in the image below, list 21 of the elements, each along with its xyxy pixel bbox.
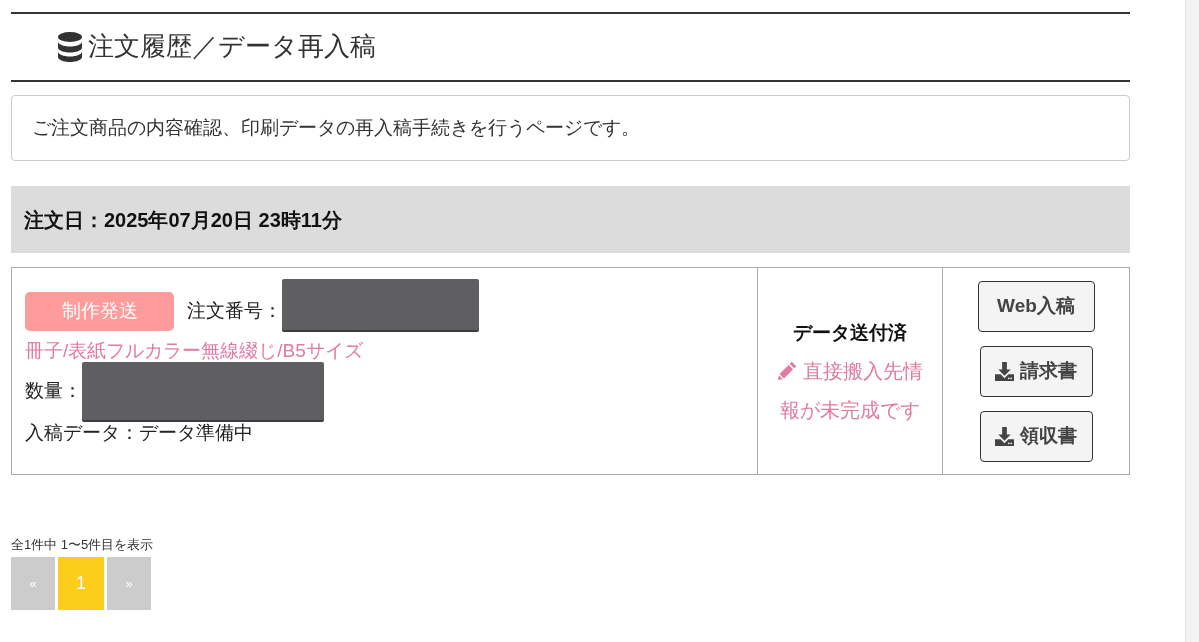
data-status: 入稿データ：データ準備中 xyxy=(25,420,253,445)
database-icon xyxy=(58,32,82,62)
page-button[interactable]: 1 xyxy=(58,557,104,610)
download-button[interactable]: 領収書 xyxy=(979,410,1093,462)
download-icon xyxy=(995,426,1014,446)
pencil-icon xyxy=(777,360,797,380)
field-label: 注文番号： xyxy=(187,298,282,323)
send-status: データ送付済 xyxy=(793,320,907,345)
download-icon xyxy=(995,361,1014,381)
upload-button[interactable]: Web入稿 xyxy=(977,280,1095,332)
description-text: ご注文商品の内容確認、印刷データの再入稿手続きを行うページです。 xyxy=(32,115,640,140)
download-button[interactable]: 請求書 xyxy=(979,345,1093,397)
notice-link[interactable]: 直接搬入先情報が未完成です xyxy=(773,351,927,430)
result-summary: 全1件中 1〜5件目を表示 xyxy=(11,537,155,553)
field-label: 数量： xyxy=(25,378,82,403)
page-button[interactable]: « xyxy=(11,557,55,610)
page-title: 注文履歴／データ再入稿 xyxy=(88,31,376,63)
page-button[interactable]: » xyxy=(107,557,151,610)
status-badge: 制作発送 xyxy=(25,291,174,331)
product-link[interactable]: 冊子/表紙フルカラー無線綴じ/B5サイズ xyxy=(25,336,363,366)
order-date: 注文日：2025年07月20日 23時11分 xyxy=(24,207,342,233)
